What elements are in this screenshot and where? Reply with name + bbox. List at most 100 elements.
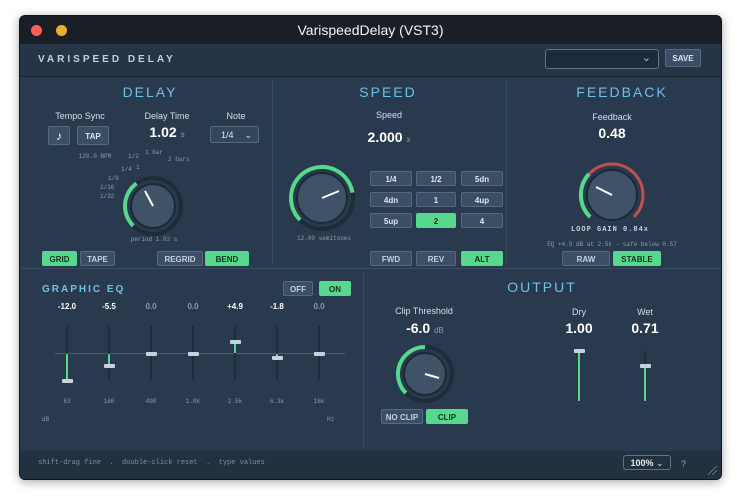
- clip-threshold-knob[interactable]: [393, 342, 457, 406]
- eq-band-frequency-label: 16k: [313, 398, 325, 405]
- output-section-title: OUTPUT: [507, 279, 577, 295]
- dry-fader-thumb[interactable]: [573, 349, 585, 353]
- tap-button[interactable]: TAP: [77, 126, 109, 145]
- note-tick-label: 1/4: [121, 166, 132, 173]
- semitones-readout: 12.00 semitones: [296, 235, 351, 242]
- no-clip-button[interactable]: NO CLIP: [381, 409, 423, 424]
- footer-hints: shift-drag fine . double-click reset . t…: [38, 459, 265, 467]
- speed-readout: 2.000 x: [346, 129, 432, 145]
- eq-band-frequency-label: 160: [103, 398, 115, 405]
- window-title: VarispeedDelay (VST3): [297, 22, 444, 38]
- preset-dropdown[interactable]: ⌄: [545, 49, 659, 69]
- clip-threshold-unit: dB: [434, 326, 444, 335]
- divider: [363, 272, 364, 447]
- eq-zero-line: [55, 353, 345, 354]
- eq-on-button[interactable]: ON: [319, 281, 351, 296]
- wet-fader-fill: [644, 365, 646, 401]
- note-dropdown[interactable]: 1/4 ⌄: [210, 126, 259, 143]
- eq-band-slider-thumb[interactable]: [187, 351, 199, 356]
- eq-band-frequency-label: 2.5k: [227, 398, 243, 405]
- feedback-stable-button[interactable]: STABLE: [613, 251, 661, 266]
- direction-alt-button[interactable]: ALT: [461, 251, 503, 266]
- direction-fwd-button[interactable]: FWD: [370, 251, 412, 266]
- eq-band-slider-thumb[interactable]: [313, 351, 325, 356]
- speed-value: 2.000: [367, 129, 403, 145]
- eq-hz-axis-label: Hz: [327, 416, 335, 423]
- speed-ratio-button[interactable]: 1: [416, 192, 456, 207]
- chevron-down-icon: ⌄: [244, 130, 252, 140]
- note-tick-label: 1/16: [100, 184, 115, 191]
- speed-knob[interactable]: [286, 162, 358, 234]
- divider: [272, 80, 273, 264]
- clip-button[interactable]: CLIP: [426, 409, 468, 424]
- eq-section-title: GRAPHIC EQ: [42, 284, 126, 295]
- dry-value: 1.00: [565, 320, 593, 336]
- speed-ratio-button[interactable]: 4dn: [370, 192, 412, 207]
- eq-band-slider-thumb[interactable]: [271, 355, 283, 360]
- feedback-label: Feedback: [592, 112, 632, 122]
- chevron-down-icon: ⌄: [656, 458, 664, 468]
- divider: [506, 80, 507, 264]
- eq-band-slider-track[interactable]: [234, 326, 236, 381]
- zoom-value: 100%: [630, 458, 654, 468]
- speed-ratio-button[interactable]: 5up: [370, 213, 412, 228]
- save-button[interactable]: SAVE: [665, 49, 701, 67]
- tempo-sync-button[interactable]: ♪: [48, 126, 70, 145]
- resize-handle-icon[interactable]: [708, 466, 717, 475]
- eq-band-frequency-label: 400: [145, 398, 157, 405]
- direction-rev-button[interactable]: REV: [416, 251, 456, 266]
- note-tick-label: 1/32: [100, 193, 115, 200]
- note-value: 1/4: [221, 130, 234, 140]
- eq-band-gain-readout: 0.0: [187, 302, 199, 311]
- dry-label: Dry: [572, 307, 586, 317]
- eq-band-slider-thumb[interactable]: [103, 364, 115, 369]
- note-tick-label: 2 bars: [168, 156, 190, 163]
- feedback-knob[interactable]: [576, 159, 648, 231]
- eq-band-gain-readout: -1.8: [270, 302, 284, 311]
- speed-unit: x: [406, 135, 411, 144]
- delay-time-label: Delay Time: [144, 111, 190, 121]
- wet-fader-thumb[interactable]: [639, 363, 651, 368]
- eq-safety-note: EQ +4.9 dB at 2.5k - safe below 0.57: [547, 241, 677, 248]
- dry-fader-fill: [578, 351, 580, 401]
- eq-band-slider-thumb[interactable]: [229, 340, 241, 345]
- speed-ratio-button[interactable]: 1/4: [370, 171, 412, 186]
- clip-threshold-value: -6.0: [406, 320, 431, 336]
- eq-off-button[interactable]: OFF: [283, 281, 313, 296]
- note-tick-label: 1/2: [128, 153, 139, 160]
- help-button[interactable]: ?: [681, 459, 686, 469]
- eq-band-gain-readout: 0.0: [313, 302, 325, 311]
- speed-ratio-button[interactable]: 4up: [461, 192, 503, 207]
- delay-time-unit: s: [180, 130, 185, 139]
- bpm-readout: 120.0 BPM: [78, 153, 112, 160]
- note-label: Note: [226, 111, 246, 121]
- delay-time-knob[interactable]: [120, 173, 186, 239]
- speed-ratio-button[interactable]: 4: [461, 213, 503, 228]
- eq-band-frequency-label: 1.0k: [185, 398, 201, 405]
- footer-bar: shift-drag fine . double-click reset . t…: [20, 451, 721, 479]
- tape-button[interactable]: TAPE: [80, 251, 115, 266]
- eq-band-slider-thumb[interactable]: [61, 379, 73, 383]
- feedback-section-title: FEEDBACK: [576, 84, 668, 100]
- chevron-down-icon: ⌄: [641, 52, 651, 64]
- wet-value: 0.71: [631, 320, 659, 336]
- speed-section-title: SPEED: [359, 84, 417, 100]
- speed-ratio-button[interactable]: 1/2: [416, 171, 456, 186]
- grid-button[interactable]: GRID: [42, 251, 77, 266]
- eq-band-gain-readout: +4.9: [227, 302, 243, 311]
- feedback-value: 0.48: [598, 125, 626, 141]
- note-tick-label: 1/8: [108, 175, 119, 182]
- regrid-button[interactable]: REGRID: [157, 251, 203, 266]
- speed-ratio-button[interactable]: 2: [416, 213, 456, 228]
- plugin-header: VARISPEED DELAY ⌄ SAVE: [20, 44, 721, 77]
- bend-button[interactable]: BEND: [205, 251, 249, 266]
- feedback-raw-button[interactable]: RAW: [562, 251, 610, 266]
- speed-ratio-button[interactable]: 5dn: [461, 171, 503, 186]
- eq-band-gain-readout: 0.0: [145, 302, 157, 311]
- note-tick-label: 1: [136, 164, 140, 171]
- eq-band-slider-thumb[interactable]: [145, 351, 157, 356]
- zoom-dropdown[interactable]: 100% ⌄: [623, 455, 671, 470]
- eq-band-gain-readout: -12.0: [57, 302, 77, 311]
- delay-section-title: DELAY: [122, 84, 178, 100]
- eq-band-frequency-label: 6.3k: [269, 398, 285, 405]
